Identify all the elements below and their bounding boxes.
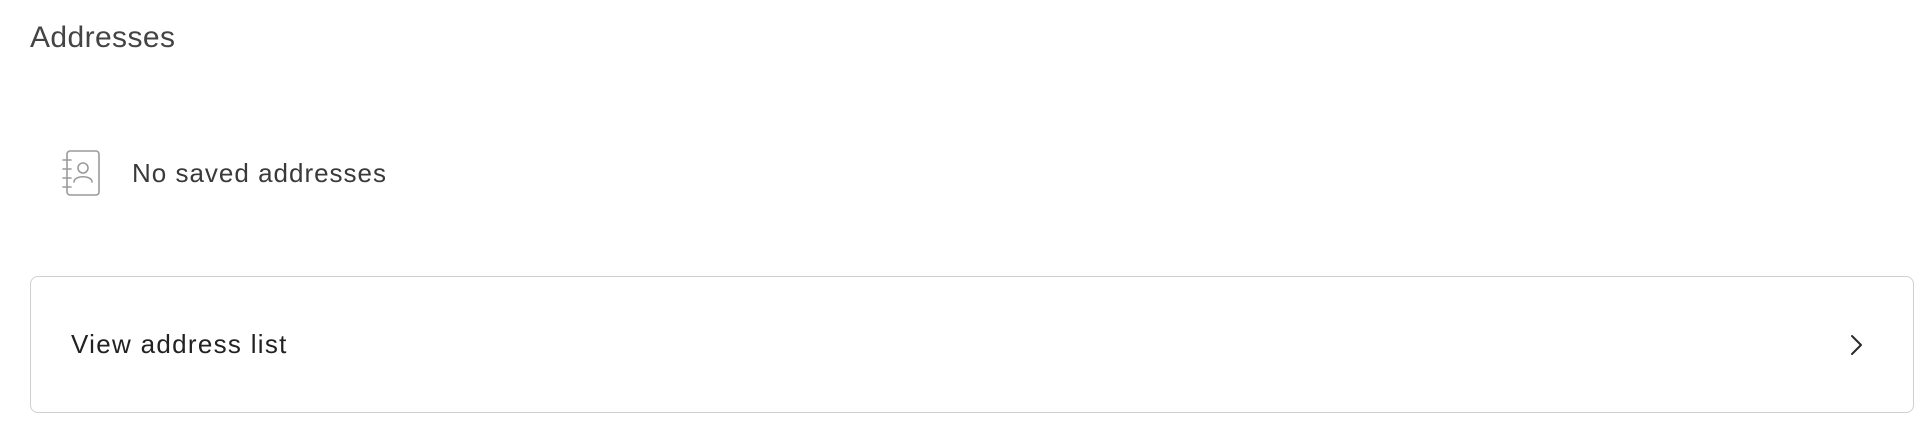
address-book-icon [62,150,100,196]
addresses-section: Addresses No saved addresses View addres… [0,0,1928,430]
empty-state: No saved addresses [62,148,387,198]
view-address-list-button[interactable]: View address list [30,276,1914,413]
chevron-right-icon [1851,334,1862,355]
empty-state-text: No saved addresses [132,158,388,188]
view-address-list-label: View address list [71,329,288,359]
section-title: Addresses [30,21,176,54]
